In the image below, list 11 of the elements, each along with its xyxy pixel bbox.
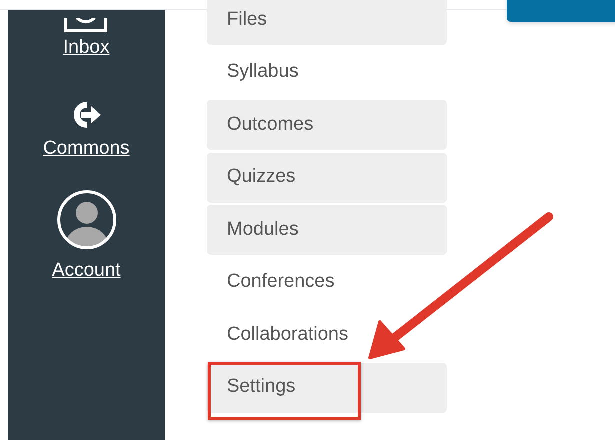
nav-link[interactable]: Commons bbox=[43, 134, 130, 163]
nav-link[interactable]: Account bbox=[52, 257, 121, 286]
avatar-icon bbox=[56, 189, 118, 251]
nav-link[interactable]: Inbox bbox=[63, 34, 110, 62]
course-nav-item[interactable]: Quizzes bbox=[207, 152, 447, 202]
course-nav-item[interactable]: Settings bbox=[207, 362, 447, 412]
course-nav-item[interactable]: Modules bbox=[207, 205, 447, 255]
course-nav-item[interactable]: Outcomes bbox=[207, 100, 447, 150]
inbox-icon bbox=[63, 18, 110, 34]
toolbar-button[interactable] bbox=[507, 0, 615, 22]
course-nav-item[interactable]: Files bbox=[207, 0, 447, 45]
